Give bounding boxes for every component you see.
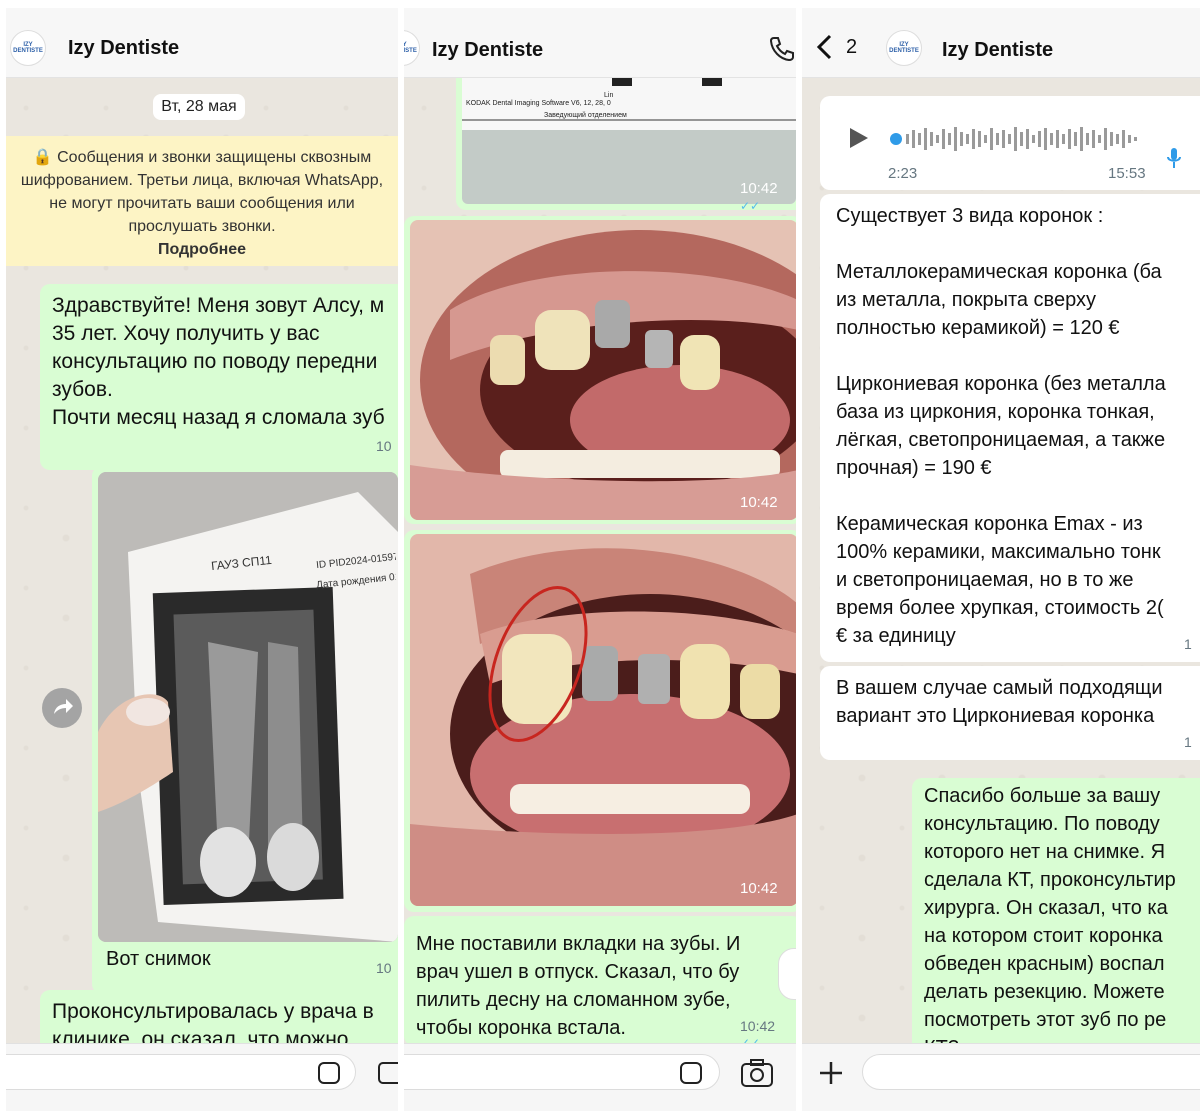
image-time: 10:42 <box>740 494 778 511</box>
lock-icon: 🔒 <box>32 149 58 166</box>
phone-icon[interactable] <box>768 34 796 62</box>
mouth-photo-marked-illustration <box>410 534 796 906</box>
unread-count: 2 <box>846 36 858 58</box>
chat-panel-2: IZY DENTISTE Izy Dentiste KODAK Dental I… <box>404 8 796 1111</box>
contact-name[interactable]: Izy Dentiste <box>68 37 179 60</box>
xray-photo-illustration <box>98 472 398 942</box>
scroll-down-button[interactable] <box>778 948 796 1000</box>
contact-name[interactable]: Izy Dentiste <box>432 39 543 62</box>
message-input[interactable] <box>404 1054 720 1090</box>
image-caption: Вот снимок <box>106 948 211 970</box>
contact-avatar[interactable]: IZY DENTISTE <box>886 30 922 66</box>
contact-avatar[interactable]: IZY DENTISTE <box>404 30 420 66</box>
camera-icon[interactable] <box>740 1058 774 1088</box>
date-chip: Вт, 28 мая <box>153 94 245 120</box>
back-button[interactable]: 2 <box>816 34 876 64</box>
composer-bar <box>802 1043 1200 1111</box>
sticker-icon[interactable] <box>318 1062 340 1084</box>
voice-elapsed: 2:23 <box>888 165 918 182</box>
mouth-photo-marked[interactable] <box>410 534 796 906</box>
outgoing-message[interactable]: Спасибо больше за вашу консультацию. По … <box>912 778 1200 1059</box>
outgoing-message[interactable]: Мне поставили вкладки на зубы. И врач уш… <box>404 916 796 1046</box>
outgoing-message[interactable]: Здравствуйте! Меня зовут Алсу, м 35 лет.… <box>40 284 398 470</box>
composer-bar <box>6 1043 398 1111</box>
share-arrow-icon <box>54 699 73 714</box>
xray-photo[interactable] <box>98 472 398 942</box>
voice-waveform[interactable] <box>890 124 1150 154</box>
share-button[interactable] <box>42 688 82 728</box>
chat-header: IZY DENTISTE Izy Dentiste <box>6 8 398 78</box>
image-time: 10:42 <box>740 880 778 897</box>
voice-message[interactable]: 2:23 15:53 <box>820 96 1200 190</box>
message-time: 10 <box>376 438 392 454</box>
message-input[interactable] <box>6 1054 356 1090</box>
composer-bar <box>404 1043 796 1111</box>
document-text-head: Заведующий отделением <box>544 112 627 119</box>
document-text-lin: Lin <box>604 92 614 99</box>
image-time: 10:42 ✓✓ <box>740 180 778 213</box>
chat-panel-1: IZY DENTISTE Izy Dentiste Вт, 28 мая 🔒 С… <box>6 8 398 1111</box>
sticker-icon[interactable] <box>680 1062 702 1084</box>
message-input[interactable] <box>862 1054 1200 1090</box>
message-time: 1 <box>1184 636 1192 652</box>
contact-avatar[interactable]: IZY DENTISTE <box>10 30 46 66</box>
contact-name[interactable]: Izy Dentiste <box>942 39 1053 62</box>
document-text-software: KODAK Dental Imaging Software V6, 12, 28… <box>466 100 611 107</box>
mouth-photo-open-illustration <box>410 220 796 520</box>
encryption-text: Сообщения и звонки защищены сквозным шиф… <box>20 149 384 235</box>
play-icon[interactable] <box>848 126 870 150</box>
waveform-graphic <box>890 127 1137 151</box>
chat-header: 2 IZY DENTISTE Izy Dentiste <box>802 8 1200 78</box>
chevron-left-icon <box>816 34 832 60</box>
mouth-photo-open[interactable] <box>410 220 796 520</box>
camera-icon[interactable] <box>378 1062 398 1084</box>
encryption-notice[interactable]: 🔒 Сообщения и звонки защищены сквозным ш… <box>6 136 398 266</box>
chat-header: IZY DENTISTE Izy Dentiste <box>404 8 796 78</box>
incoming-message[interactable]: В вашем случае самый подходящи вариант э… <box>820 666 1200 760</box>
learn-more-link[interactable]: Подробнее <box>20 238 384 261</box>
message-time: 1 <box>1184 734 1192 750</box>
microphone-icon <box>1167 148 1181 168</box>
message-time: 10 <box>376 960 392 976</box>
plus-icon[interactable] <box>818 1060 844 1086</box>
chat-panel-3: 2 IZY DENTISTE Izy Dentiste 2:23 15:53 С… <box>802 8 1200 1111</box>
voice-timestamp: 15:53 <box>1108 165 1146 182</box>
incoming-message[interactable]: Существует 3 вида коронок : Металлокерам… <box>820 194 1200 662</box>
